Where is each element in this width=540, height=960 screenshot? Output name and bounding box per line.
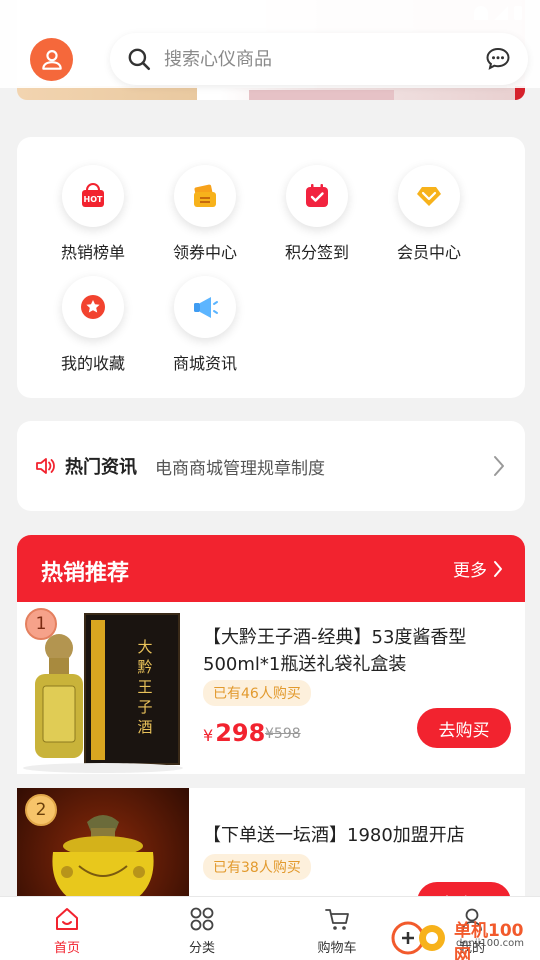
buy-button[interactable]: 去购买 [417,708,511,748]
megaphone-icon [194,297,218,318]
watermark-icon [391,921,445,955]
more-link[interactable]: 更多 [453,556,503,581]
menu-item-favorites[interactable]: 我的收藏 [37,276,149,374]
menu-icon-circle [286,165,348,227]
sold-count-badge: 已有38人购买 [203,854,311,880]
rank-badge: 2 [25,794,57,826]
hot-recommend-header: 热销推荐 更多 [17,535,525,602]
price-value: 298 [215,719,266,747]
menu-item-hot-list[interactable]: HOT 热销榜单 [37,165,149,263]
speaker-icon [36,458,55,474]
watermark-subtext: danji100.com [456,938,524,949]
menu-icon-circle [174,165,236,227]
signal-icon [494,6,508,20]
menu-label: 积分签到 [284,243,349,262]
chevron-right-icon [494,560,502,577]
tab-label: 首页 [53,941,80,956]
calendar-check-icon [306,184,328,207]
product-price: ¥298 [203,719,265,747]
search-input[interactable] [164,48,464,70]
grid-icon [190,907,214,931]
news-headline[interactable]: 电商商城管理规章制度 [155,454,325,479]
menu-icon-circle [174,276,236,338]
menu-icon-circle [62,276,124,338]
menu-label: 热销榜单 [60,243,125,262]
watermark-logo: 单机100网 danji100.com [390,912,540,960]
battery-icon [514,6,522,20]
box-label-1: 大 [137,638,152,656]
hot-icon: HOT [82,183,104,207]
search-icon [128,48,151,71]
banner-segment [17,86,197,100]
menu-label: 商城资讯 [172,354,237,373]
coupon-icon [194,184,216,207]
banner-segment [249,90,394,100]
rank-badge: 1 [25,608,57,640]
menu-label: 会员中心 [396,243,461,262]
tab-label: 购物车 [317,941,357,956]
menu-item-coupon-center[interactable]: 领券中心 [149,165,261,263]
tab-home[interactable]: 首页 [27,905,107,956]
home-icon [56,908,78,930]
banner-segment [515,86,525,100]
menu-item-member-center[interactable]: 会员中心 [373,165,485,263]
menu-icon-circle: HOT [62,165,124,227]
currency-symbol: ¥ [203,726,214,745]
news-section-title: 热门资讯 [65,457,137,478]
menu-label: 领券中心 [172,243,237,262]
product-title[interactable]: 【下单送一坛酒】1980加盟开店 [203,822,515,849]
menu-item-mall-news[interactable]: 商城资讯 [149,276,261,374]
quick-menu-card: HOT 热销榜单 领券中心 积分签到 会员中心 我的收藏 商城资讯 [17,137,525,398]
more-label: 更多 [453,561,487,581]
original-price: ¥598 [265,726,301,742]
menu-icon-circle [398,165,460,227]
box-label-5: 酒 [137,718,152,736]
menu-item-points-signin[interactable]: 积分签到 [261,165,373,263]
tab-label: 分类 [188,941,215,956]
message-icon[interactable] [484,45,512,73]
hot-news-bar[interactable]: 热门资讯 电商商城管理规章制度 [17,421,525,511]
user-icon [41,49,62,70]
hot-icon-text: HOT [84,195,103,204]
diamond-icon [417,187,441,206]
tab-cart[interactable]: 购物车 [297,905,377,956]
star-icon [81,295,105,319]
product-card[interactable]: 大 黔 王 子 酒 1 【大黔王子酒-经典】53度酱香型500ml*1瓶送礼袋礼… [17,602,525,774]
chevron-right-icon [494,456,504,476]
box-label-3: 王 [137,678,152,696]
cart-icon [325,909,349,930]
section-title: 热销推荐 [41,561,130,586]
search-bar[interactable] [110,33,528,85]
tab-category[interactable]: 分类 [162,905,242,956]
product-title[interactable]: 【大黔王子酒-经典】53度酱香型500ml*1瓶送礼袋礼盒装 [203,624,515,678]
profile-avatar-button[interactable] [30,38,73,81]
box-label-4: 子 [137,698,152,716]
sold-count-badge: 已有46人购买 [203,680,311,706]
menu-label: 我的收藏 [60,354,125,373]
box-label-2: 黔 [137,658,152,676]
wifi-icon [474,6,488,20]
status-bar [0,0,540,28]
